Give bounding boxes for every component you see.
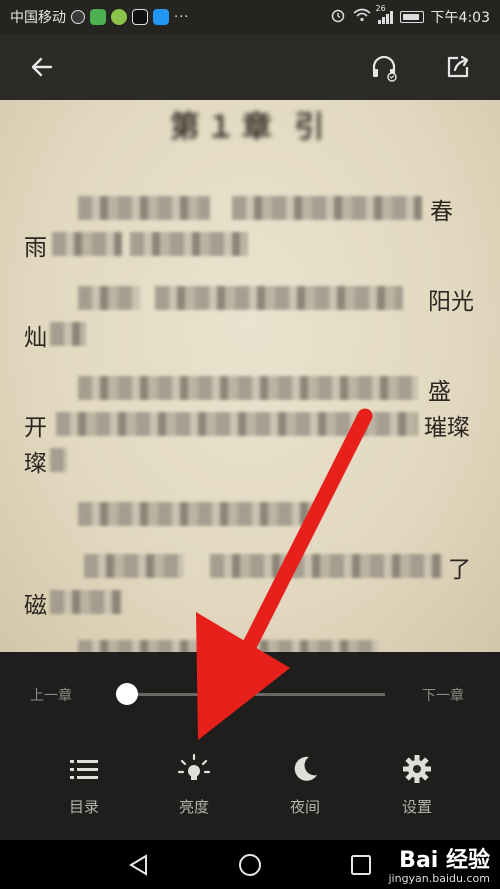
text-line: 雨 xyxy=(0,224,500,264)
signal-icon: 26 xyxy=(376,4,393,24)
watermark-logo: Bai 经验 xyxy=(399,848,490,873)
triangle-back-icon xyxy=(129,854,147,876)
visible-char: 雨 xyxy=(24,235,47,261)
network-type-label: 26 xyxy=(375,4,386,13)
visible-char: 璨 xyxy=(24,451,47,477)
reader-tools: 目录 亮度 夜间 设置 xyxy=(0,752,500,827)
reading-page[interactable]: 第１章 引 春 雨 阳光 灿 盛 开 璀璨 璨 了 磁 xyxy=(0,100,500,652)
toc-label: 目录 xyxy=(68,798,99,816)
browser-app-icon xyxy=(111,9,127,25)
green-app-icon xyxy=(90,9,106,25)
visible-char: 开 xyxy=(24,415,47,441)
next-chapter-button[interactable]: 下一章 xyxy=(422,685,464,705)
visible-char: 灿 xyxy=(24,325,47,351)
carrier-label: 中国移动 xyxy=(10,10,66,26)
brightness-label: 亮度 xyxy=(178,798,209,816)
night-mode-button[interactable]: 夜间 xyxy=(265,752,345,817)
arrow-left-icon xyxy=(31,57,53,77)
progress-slider-knob[interactable] xyxy=(116,683,138,705)
visible-char: 璀璨 xyxy=(424,415,470,441)
more-notifications-icon: ··· xyxy=(174,9,190,25)
text-line: 盛 xyxy=(0,368,500,408)
nav-home-button[interactable] xyxy=(235,850,265,880)
alarm-icon xyxy=(330,7,346,27)
visible-char: 磁 xyxy=(24,593,47,619)
visible-char: 春 xyxy=(430,199,453,225)
brightness-icon xyxy=(177,753,211,780)
reader-control-panel: 上一章 下一章 目录 亮度 夜间 设置 xyxy=(0,652,500,840)
text-line: 璨 xyxy=(0,440,500,480)
brightness-button[interactable]: 亮度 xyxy=(154,752,234,817)
toc-button[interactable]: 目录 xyxy=(44,752,124,817)
battery-icon xyxy=(399,11,424,23)
status-bar: 中国移动 ··· 26 下午4:03 xyxy=(0,0,500,34)
chapter-progress: 上一章 下一章 xyxy=(0,680,500,710)
video-app-icon xyxy=(153,9,169,25)
square-recents-icon xyxy=(351,855,371,875)
text-line: 磁 xyxy=(0,582,500,622)
wifi-icon xyxy=(353,8,371,26)
list-icon xyxy=(70,760,98,779)
text-line: 开 璀璨 xyxy=(0,404,500,444)
gear-icon xyxy=(403,755,431,783)
visible-char: 了 xyxy=(448,557,471,583)
progress-track[interactable] xyxy=(117,693,385,696)
prev-chapter-button[interactable]: 上一章 xyxy=(30,685,72,705)
system-nav-bar: Bai 经验 jingyan.baidu.com xyxy=(0,840,500,889)
visible-char: 盛 xyxy=(428,379,451,405)
share-icon xyxy=(447,55,469,78)
clock-app-icon xyxy=(71,10,85,24)
baidu-jingyan-watermark: Bai 经验 jingyan.baidu.com xyxy=(388,842,490,885)
text-line: 阳光 xyxy=(0,278,500,318)
headphones-icon xyxy=(372,55,397,82)
status-time: 下午4:03 xyxy=(430,10,490,26)
back-button[interactable] xyxy=(20,45,64,89)
nav-back-button[interactable] xyxy=(124,850,154,880)
moon-icon xyxy=(294,756,317,781)
text-line: 春 xyxy=(0,188,500,228)
watermark-url: jingyan.baidu.com xyxy=(388,872,490,885)
settings-label: 设置 xyxy=(401,798,432,816)
share-button[interactable] xyxy=(436,45,480,89)
text-line: 了 xyxy=(0,546,500,586)
night-mode-label: 夜间 xyxy=(289,798,320,816)
settings-button[interactable]: 设置 xyxy=(377,752,457,817)
visible-char: 阳光 xyxy=(428,289,474,315)
reader-top-bar xyxy=(0,34,500,100)
text-line: 灿 xyxy=(0,314,500,354)
text-line xyxy=(0,494,500,534)
nav-recents-button[interactable] xyxy=(346,850,376,880)
tiktok-app-icon xyxy=(132,9,148,25)
circle-home-icon xyxy=(239,854,261,876)
text-line xyxy=(0,632,500,652)
listen-button[interactable] xyxy=(362,45,406,89)
chapter-title: 第１章 引 xyxy=(169,110,331,145)
